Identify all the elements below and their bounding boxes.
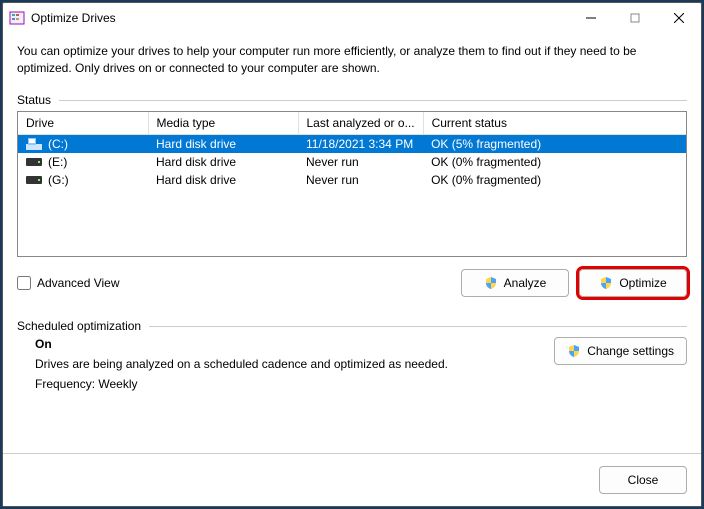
minimize-button[interactable] (569, 3, 613, 33)
table-header-row: Drive Media type Last analyzed or o... C… (18, 112, 686, 135)
optimize-button[interactable]: Optimize (579, 269, 687, 297)
current-status: OK (0% fragmented) (423, 171, 686, 189)
current-status: OK (0% fragmented) (423, 153, 686, 171)
current-status: OK (5% fragmented) (423, 134, 686, 153)
table-row[interactable]: (G:) Hard disk driveNever runOK (0% fragm… (18, 171, 686, 189)
hdd-drive-icon (26, 176, 42, 184)
close-label: Close (628, 473, 659, 487)
col-header-drive[interactable]: Drive (18, 112, 148, 135)
advanced-view-text: Advanced View (37, 276, 120, 290)
close-window-button[interactable] (657, 3, 701, 33)
sched-info: On Drives are being analyzed on a schedu… (35, 337, 448, 391)
table-row[interactable]: (C:) Hard disk drive11/18/2021 3:34 PMOK … (18, 134, 686, 153)
media-type: Hard disk drive (148, 171, 298, 189)
content-area: You can optimize your drives to help you… (3, 33, 701, 453)
status-section-label: Status (17, 93, 687, 107)
sched-on-text: On (35, 337, 448, 351)
drive-name: (C:) (48, 137, 68, 151)
advanced-view-checkbox[interactable] (17, 276, 31, 290)
shield-icon (599, 276, 613, 290)
under-table-row: Advanced View Analyze Optimize (17, 269, 687, 297)
shield-icon (567, 344, 581, 358)
divider (149, 326, 687, 327)
shield-icon (484, 276, 498, 290)
action-buttons: Analyze Optimize (461, 269, 687, 297)
analyze-label: Analyze (504, 276, 547, 290)
defrag-app-icon (9, 10, 25, 26)
close-button[interactable]: Close (599, 466, 687, 494)
advanced-view-checkbox-label[interactable]: Advanced View (17, 276, 120, 290)
optimize-drives-window: Optimize Drives You can optimize your dr… (2, 2, 702, 507)
col-header-media[interactable]: Media type (148, 112, 298, 135)
sched-row: On Drives are being analyzed on a schedu… (17, 337, 687, 391)
last-analyzed: 11/18/2021 3:34 PM (298, 134, 423, 153)
last-analyzed: Never run (298, 171, 423, 189)
col-header-last[interactable]: Last analyzed or o... (298, 112, 423, 135)
sched-section-label: Scheduled optimization (17, 319, 687, 333)
change-settings-button[interactable]: Change settings (554, 337, 687, 365)
table-row[interactable]: (E:) Hard disk driveNever runOK (0% fragm… (18, 153, 686, 171)
drives-table: Drive Media type Last analyzed or o... C… (18, 112, 686, 189)
change-settings-label: Change settings (587, 344, 674, 358)
drive-name: (G:) (48, 173, 69, 187)
media-type: Hard disk drive (148, 153, 298, 171)
sched-freq-text: Frequency: Weekly (35, 377, 448, 391)
analyze-button[interactable]: Analyze (461, 269, 569, 297)
media-type: Hard disk drive (148, 134, 298, 153)
titlebar: Optimize Drives (3, 3, 701, 33)
drives-table-container: Drive Media type Last analyzed or o... C… (17, 111, 687, 257)
sched-desc-text: Drives are being analyzed on a scheduled… (35, 357, 448, 371)
col-header-status[interactable]: Current status (423, 112, 686, 135)
last-analyzed: Never run (298, 153, 423, 171)
optimize-label: Optimize (619, 276, 666, 290)
footer: Close (3, 453, 701, 506)
drive-name: (E:) (48, 155, 67, 169)
maximize-button[interactable] (613, 3, 657, 33)
description-text: You can optimize your drives to help you… (17, 43, 687, 77)
hdd-drive-icon (26, 158, 42, 166)
window-title: Optimize Drives (31, 11, 116, 25)
sched-label-text: Scheduled optimization (17, 319, 141, 333)
status-label-text: Status (17, 93, 51, 107)
divider (59, 100, 687, 101)
system-drive-icon (26, 138, 42, 150)
